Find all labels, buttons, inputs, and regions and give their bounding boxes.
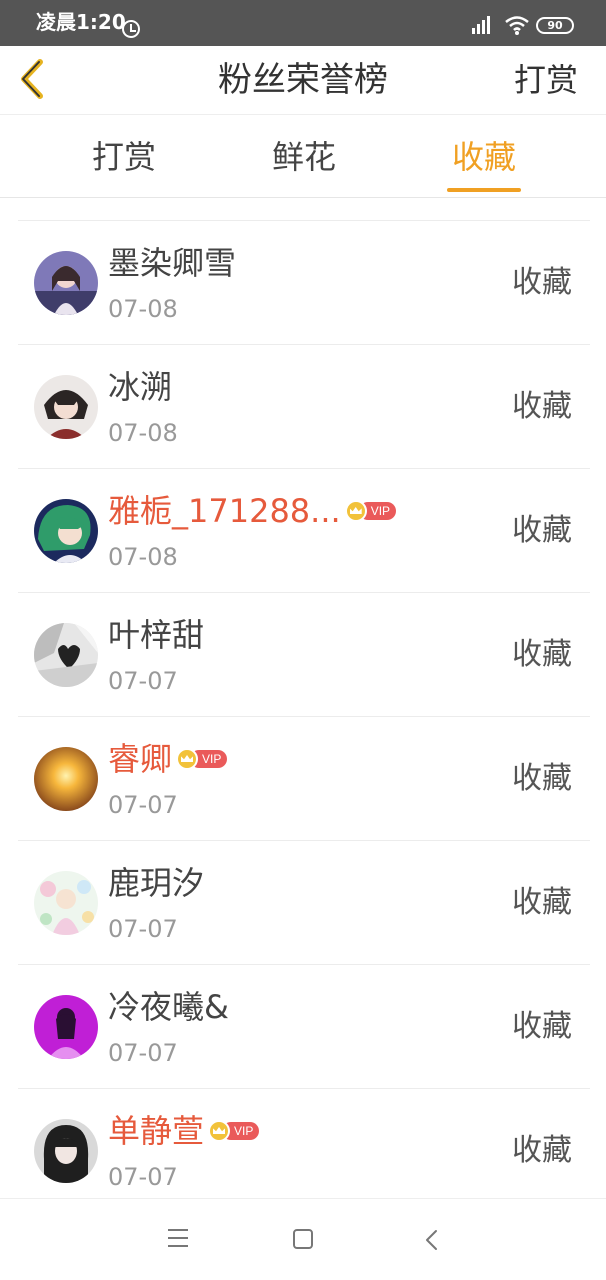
user-name: 睿卿: [108, 740, 173, 778]
vip-badge: VIP: [176, 748, 228, 770]
fan-list: 墨染卿雪 07-08 收藏 冰溯 07-08 收藏 雅栀_171288... V…: [18, 220, 590, 1213]
favorite-label: 收藏: [512, 1133, 572, 1168]
favorite-label: 收藏: [512, 885, 572, 920]
list-item[interactable]: 睿卿 VIP 07-07 收藏: [18, 717, 590, 841]
item-date: 07-07: [108, 791, 178, 819]
list-item[interactable]: 鹿玥汐 07-07 收藏: [18, 841, 590, 965]
nav-back-icon[interactable]: [422, 1229, 442, 1251]
signal-icon: [472, 16, 490, 34]
user-name: 墨染卿雪: [108, 244, 237, 282]
list-item[interactable]: 单静萱 VIP 07-07 收藏: [18, 1089, 590, 1213]
user-name: 单静萱: [108, 1112, 205, 1150]
status-time: 凌晨1:20: [36, 10, 126, 34]
tab-flowers[interactable]: 鲜花: [244, 115, 364, 199]
system-nav-bar: [0, 1198, 606, 1280]
avatar: [34, 623, 98, 687]
avatar: [34, 499, 98, 563]
item-date: 07-08: [108, 543, 178, 571]
favorite-label: 收藏: [512, 389, 572, 424]
user-name: 冰溯: [108, 368, 173, 406]
list-item[interactable]: 雅栀_171288... VIP 07-08 收藏: [18, 469, 590, 593]
item-date: 07-07: [108, 1039, 178, 1067]
home-icon[interactable]: [293, 1229, 313, 1249]
wifi-icon: [505, 16, 529, 35]
crown-icon: [208, 1120, 231, 1142]
favorite-label: 收藏: [512, 761, 572, 796]
item-date: 07-07: [108, 667, 178, 695]
avatar: [34, 747, 98, 811]
tab-bar: 打赏 鲜花 收藏: [0, 114, 606, 198]
list-item[interactable]: 墨染卿雪 07-08 收藏: [18, 221, 590, 345]
user-name: 鹿玥汐: [108, 864, 205, 902]
user-name: 雅栀_171288...: [108, 492, 341, 530]
avatar: [34, 995, 98, 1059]
avatar: [34, 375, 98, 439]
back-arrow-icon[interactable]: [14, 56, 50, 102]
tab-favorites[interactable]: 收藏: [424, 115, 544, 199]
tip-button[interactable]: 打赏: [514, 46, 578, 114]
favorite-label: 收藏: [512, 513, 572, 548]
battery-indicator: 90: [536, 17, 574, 34]
crown-icon: [344, 500, 367, 522]
list-item[interactable]: 冰溯 07-08 收藏: [18, 345, 590, 469]
favorite-label: 收藏: [512, 637, 572, 672]
tab-tip[interactable]: 打赏: [64, 115, 184, 199]
avatar: [34, 871, 98, 935]
item-date: 07-08: [108, 419, 178, 447]
crown-icon: [176, 748, 199, 770]
alarm-icon: [122, 20, 140, 38]
menu-icon[interactable]: [168, 1229, 188, 1247]
vip-badge: VIP: [208, 1120, 260, 1142]
list-item[interactable]: 冷夜曦& 07-07 收藏: [18, 965, 590, 1089]
vip-badge: VIP: [344, 500, 397, 522]
app-header: 粉丝荣誉榜 打赏: [0, 46, 606, 114]
user-name: 冷夜曦&: [108, 988, 229, 1026]
favorite-label: 收藏: [512, 1009, 572, 1044]
status-bar: 凌晨1:20 90: [0, 0, 606, 46]
avatar: [34, 251, 98, 315]
user-name: 叶梓甜: [108, 616, 205, 654]
tab-active-indicator: [447, 188, 521, 192]
item-date: 07-08: [108, 295, 178, 323]
list-item[interactable]: 叶梓甜 07-07 收藏: [18, 593, 590, 717]
item-date: 07-07: [108, 1163, 178, 1191]
favorite-label: 收藏: [512, 265, 572, 300]
avatar: [34, 1119, 98, 1183]
item-date: 07-07: [108, 915, 178, 943]
